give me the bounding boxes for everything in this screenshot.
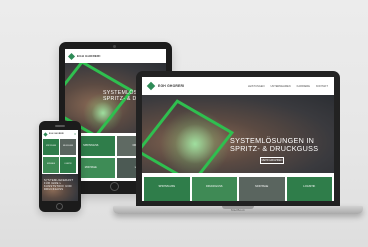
menu-item[interactable]: UNTERNEHMEN (270, 85, 290, 88)
laptop-base: MacBook (113, 206, 363, 214)
tablet-camera (113, 45, 116, 48)
tile-label: DRUCKGUSS (205, 185, 223, 188)
phone-tiles: SPRITZGUSS DRUCKGUSS MONTAGE LOGISTIK (42, 138, 78, 174)
phone-hero: SYSTEMLIEFERANT FÜR IHRE L KUNSTSTOFF UN… (42, 174, 78, 201)
logo-icon (67, 52, 76, 60)
laptop-logo[interactable]: EGH GHORERI (146, 81, 185, 91)
logo-text: EGH GHORERI (158, 84, 185, 88)
tile-label: MONTAGE (47, 163, 55, 165)
tile[interactable]: SPRITZGUSS (43, 139, 59, 155)
hamburger-icon[interactable]: ≡ (74, 132, 76, 136)
tile-label: MONTAGE (255, 185, 269, 188)
menu-item[interactable]: KARRIERE (297, 85, 310, 88)
tile-label: DRUCKGUSS (62, 146, 74, 147)
laptop-mockup: EGH GHORERI LEISTUNGEN UNTERNEHMEN KARRI… (136, 71, 340, 207)
tile-label: SPRITZGUSS (158, 185, 176, 188)
logo-text: EGH GHORERI (49, 133, 64, 135)
laptop-navbar: EGH GHORERI LEISTUNGEN UNTERNEHMEN KARRI… (142, 77, 334, 95)
menu-item[interactable]: KONTAKT (316, 85, 328, 88)
phone-speaker (55, 125, 65, 127)
logo-icon (146, 81, 156, 91)
tile[interactable]: SPRITZGUSS (144, 177, 190, 201)
menu-item[interactable]: LEISTUNGEN (248, 85, 265, 88)
main-menu: LEISTUNGEN UNTERNEHMEN KARRIERE KONTAKT (242, 85, 328, 88)
laptop-screen: EGH GHORERI LEISTUNGEN UNTERNEHMEN KARRI… (142, 77, 334, 201)
logo-icon (43, 131, 48, 137)
tile[interactable]: DRUCKGUSS (60, 139, 76, 155)
phone-mockup: EGH GHORERI ≡ SPRITZGUSS DRUCKGUSS MONTA… (39, 121, 81, 212)
hero-cta-button[interactable]: MEHR ERFAHREN (260, 157, 284, 164)
logo-text: EGH GHORERI (77, 54, 101, 58)
tablet-navbar: EGH GHORERI (65, 49, 166, 63)
laptop-hero: SYSTEMLÖSUNGEN IN SPRITZ- & DRUCKGUSS ME… (142, 95, 334, 173)
tile[interactable]: MONTAGE (239, 177, 285, 201)
tile[interactable]: MONTAGE (43, 156, 59, 173)
tablet-home-button (110, 182, 119, 191)
phone-menu: ≡ (74, 132, 76, 136)
laptop-tiles: SPRITZGUSS DRUCKGUSS MONTAGE LOGISTIK (142, 173, 334, 201)
phone-home-button (56, 203, 63, 210)
tablet-logo[interactable]: EGH GHORERI (67, 52, 101, 60)
hero-title: SYSTEMLÖSUNGEN IN SPRITZ- & DRUCKGUSS (230, 136, 319, 154)
tile[interactable]: DRUCKGUSS (191, 177, 237, 201)
tile[interactable]: LOGISTIK (286, 177, 332, 201)
phone-screen: EGH GHORERI ≡ SPRITZGUSS DRUCKGUSS MONTA… (42, 130, 78, 201)
hero-title: SYSTEMLIEFERANT FÜR IHRE L KUNSTSTOFF UN… (44, 179, 74, 191)
tile-label: LOGISTIK (303, 185, 316, 188)
tile[interactable]: LOGISTIK (60, 156, 76, 173)
tile-label: LOGISTIK (64, 163, 72, 165)
tile-label: SPRITZGUSS (45, 146, 57, 147)
laptop-brand: MacBook (231, 208, 245, 212)
phone-navbar: EGH GHORERI ≡ (42, 130, 78, 138)
phone-logo[interactable]: EGH GHORERI (43, 131, 64, 137)
